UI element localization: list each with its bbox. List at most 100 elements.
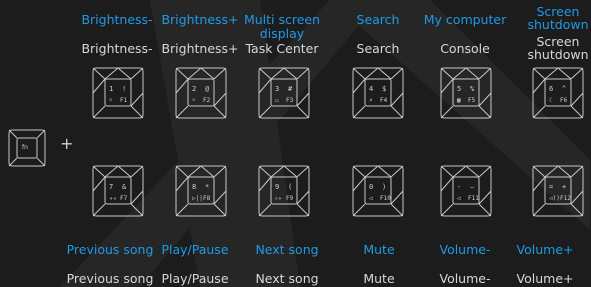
key-symbol: *: [205, 183, 210, 191]
key-symbol: &: [122, 183, 127, 191]
bottom-label-white-4: Mute: [363, 271, 395, 286]
key-f8[interactable]: 8 * ▷|| F8: [175, 165, 227, 217]
bottom-label-blue-5: Volume-: [439, 242, 491, 257]
key-fkey: F3: [286, 97, 294, 104]
key-f4[interactable]: 4 $ ⌕ F4: [352, 67, 404, 119]
fn-key-label: fn: [22, 144, 28, 151]
top-label-blue-2: Brightness+: [161, 12, 239, 27]
key-number: 8: [192, 183, 197, 191]
next-track-icon: ▹▹: [275, 195, 283, 202]
bottom-label-white-1: Previous song: [66, 271, 154, 286]
bottom-label-blue-4: Mute: [363, 242, 395, 257]
grid-icon: ▦: [457, 97, 461, 104]
key-f6[interactable]: 6 ^ ☾ F6: [532, 67, 584, 119]
fn-key[interactable]: fn: [8, 129, 46, 167]
top-label-blue-4: Search: [356, 12, 400, 27]
keycap-outline-icon: [440, 165, 492, 217]
key-f7[interactable]: 7 & ◃◃ F7: [92, 165, 144, 217]
key-symbol: $: [382, 85, 387, 93]
keycap-outline-icon: [532, 165, 584, 217]
plus-sign: +: [60, 134, 74, 153]
top-label-blue-1: Brightness-: [81, 12, 153, 27]
bottom-label-white-6: Volume+: [516, 271, 574, 286]
key-f9[interactable]: 9 ( ▹▹ F9: [258, 165, 310, 217]
bottom-label-white-2: Play/Pause: [161, 271, 229, 286]
top-label-white-5: Console: [440, 41, 490, 56]
top-label-white-1: Brightness-: [81, 41, 153, 56]
volume-up-icon: ◁)): [549, 195, 560, 202]
key-fkey: F6: [560, 97, 568, 104]
key-number: =: [549, 183, 554, 191]
key-fkey: F2: [203, 97, 211, 104]
keycap-outline-icon: [440, 67, 492, 119]
key-fkey: F11: [468, 195, 479, 202]
keycap-outline-icon: [175, 165, 227, 217]
key-f1[interactable]: 1 ! ☼ F1: [92, 67, 144, 119]
key-fkey: F8: [203, 195, 211, 202]
key-number: 9: [275, 183, 280, 191]
key-number: 3: [275, 85, 280, 93]
keycap-outline-icon: [175, 67, 227, 119]
key-symbol: +: [562, 183, 567, 191]
key-number: 2: [192, 85, 197, 93]
key-symbol: ): [382, 183, 387, 191]
bottom-label-white-5: Volume-: [439, 271, 491, 286]
key-number: 7: [109, 183, 114, 191]
key-f5[interactable]: 5 % ▦ F5: [440, 67, 492, 119]
keycap-outline-icon: [92, 165, 144, 217]
bottom-label-blue-1: Previous song: [66, 242, 154, 257]
top-label-white-3: Task Center: [245, 41, 319, 56]
key-fkey: F12: [560, 195, 571, 202]
key-symbol: (: [288, 183, 293, 191]
top-label-blue-5: My computer: [423, 12, 507, 27]
brightness-icon: ☼: [192, 97, 196, 104]
key-fkey: F5: [468, 97, 476, 104]
keycap-outline-icon: [532, 67, 584, 119]
top-label-blue-3a: Multi screen: [243, 12, 321, 27]
top-label-white-4: Search: [356, 41, 400, 56]
key-fkey: F1: [120, 97, 128, 104]
key-number: 5: [457, 85, 462, 93]
brightness-icon: ☼: [109, 97, 113, 104]
key-symbol: #: [288, 85, 293, 93]
key-f10[interactable]: 0 ) ◁ F10: [352, 165, 404, 217]
key-fkey: F7: [120, 195, 128, 202]
previous-track-icon: ◃◃: [109, 195, 117, 202]
bottom-label-blue-3: Next song: [255, 242, 319, 257]
keycap-outline-icon: [352, 165, 404, 217]
keycap-outline-icon: [92, 67, 144, 119]
key-fkey: F9: [286, 195, 294, 202]
bottom-label-white-3: Next song: [255, 271, 319, 286]
top-label-white-2: Brightness+: [161, 41, 239, 56]
top-label-blue-6b: shutdown: [527, 17, 589, 32]
multi-screen-icon: ▭: [275, 97, 279, 104]
top-label-blue-3b: display: [259, 26, 305, 41]
key-fkey: F4: [380, 97, 388, 104]
keycap-outline-icon: [352, 67, 404, 119]
key-number: 0: [369, 183, 374, 191]
key-number: 6: [549, 85, 554, 93]
sleep-icon: ☾: [549, 97, 553, 104]
search-icon: ⌕: [369, 97, 373, 104]
mute-icon: ◁: [369, 195, 373, 202]
key-f12[interactable]: = + ◁)) F12: [532, 165, 584, 217]
key-f3[interactable]: 3 # ▭ F3: [258, 67, 310, 119]
key-symbol: %: [470, 85, 475, 93]
key-fkey: F10: [380, 195, 391, 202]
key-symbol: —: [470, 183, 475, 191]
key-number: 1: [109, 85, 114, 93]
keycap-outline-icon: [258, 165, 310, 217]
key-f11[interactable]: - — ◁ F11: [440, 165, 492, 217]
key-symbol: ^: [562, 85, 567, 93]
key-symbol: !: [122, 85, 127, 93]
bottom-label-blue-6: Volume+: [516, 242, 574, 257]
keycap-outline-icon: [258, 67, 310, 119]
key-symbol: @: [205, 85, 210, 93]
volume-down-icon: ◁: [457, 195, 461, 202]
key-f2[interactable]: 2 @ ☼ F2: [175, 67, 227, 119]
key-number: 4: [369, 85, 374, 93]
bottom-label-blue-2: Play/Pause: [161, 242, 229, 257]
top-label-white-6b: shutdown: [527, 47, 589, 62]
play-pause-icon: ▷||: [192, 195, 203, 202]
key-number: -: [457, 183, 462, 191]
